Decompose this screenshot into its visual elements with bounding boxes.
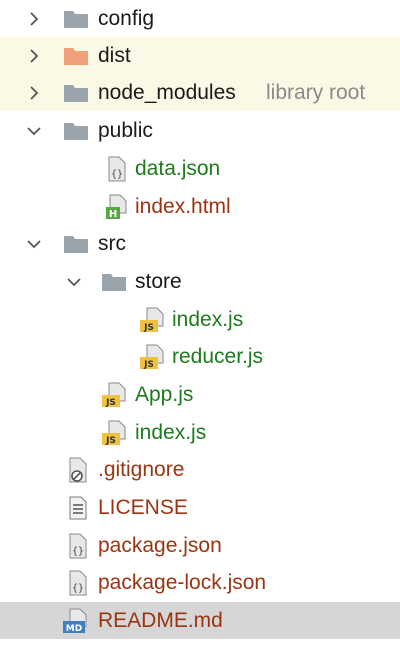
folder-icon <box>62 112 90 149</box>
tree-row-config[interactable]: config <box>0 0 400 37</box>
chevron-right-icon[interactable] <box>24 0 44 37</box>
html-file-icon: H <box>103 188 131 225</box>
chevron-right-icon[interactable] <box>24 37 44 74</box>
tree-label-readme: README.md <box>98 609 223 632</box>
tree-label-store-index-js: index.js <box>172 308 244 331</box>
json-file-icon: {} <box>64 564 92 601</box>
tree-row-license[interactable]: LICENSE <box>0 489 400 526</box>
tree-row-readme[interactable]: MD README.md <box>0 602 400 639</box>
tree-row-app-js[interactable]: JS App.js <box>0 376 400 413</box>
excluded-folder-icon <box>62 37 90 74</box>
markdown-file-icon: MD <box>62 602 90 639</box>
tree-row-dist[interactable]: dist <box>0 37 400 74</box>
js-badge: JS <box>105 398 116 408</box>
js-badge: JS <box>105 436 116 446</box>
tree-label-node-modules: node_modules <box>98 81 236 104</box>
tree-label-index-html: index.html <box>135 195 231 218</box>
tree-label-package-lock-json: package-lock.json <box>98 571 267 594</box>
svg-text:{}: {} <box>111 169 123 180</box>
tree-row-reducer-js[interactable]: JS reducer.js <box>0 338 400 375</box>
tree-label-gitignore: .gitignore <box>98 458 185 481</box>
json-file-icon: {} <box>103 150 131 187</box>
svg-text:{}: {} <box>72 583 84 594</box>
tree-label-store: store <box>135 270 182 293</box>
ignore-file-icon <box>64 451 92 488</box>
svg-text:{}: {} <box>72 546 84 557</box>
tree-label-data-json: data.json <box>135 157 221 180</box>
js-file-icon: JS <box>138 301 166 338</box>
project-tree: config dist node_modules library root pu… <box>0 0 400 647</box>
tree-row-store[interactable]: store <box>0 263 400 300</box>
tree-row-store-index-js[interactable]: JS index.js <box>0 301 400 338</box>
tree-label-src: src <box>98 232 126 255</box>
html-badge: H <box>109 209 117 220</box>
js-file-icon: JS <box>100 376 128 413</box>
chevron-down-icon[interactable] <box>24 225 44 262</box>
tree-label-config: config <box>98 7 155 30</box>
folder-icon <box>62 0 90 37</box>
tree-row-index-html[interactable]: H index.html <box>0 188 400 225</box>
js-badge: JS <box>143 360 154 370</box>
tree-label-public: public <box>98 119 153 142</box>
tree-row-src[interactable]: src <box>0 225 400 262</box>
chevron-right-icon[interactable] <box>24 74 44 111</box>
folder-icon <box>100 263 128 300</box>
tree-row-public[interactable]: public <box>0 112 400 149</box>
library-root-hint: library root <box>266 81 366 104</box>
js-badge: JS <box>143 323 154 333</box>
tree-label-package-json: package.json <box>98 534 222 557</box>
tree-row-node-modules[interactable]: node_modules library root <box>0 74 400 111</box>
js-file-icon: JS <box>100 414 128 451</box>
folder-icon <box>62 225 90 262</box>
tree-label-src-index-js: index.js <box>135 421 207 444</box>
tree-label-dist: dist <box>98 44 131 67</box>
chevron-down-icon[interactable] <box>64 263 84 300</box>
tree-row-package-lock-json[interactable]: {} package-lock.json <box>0 564 400 601</box>
folder-icon <box>62 74 90 111</box>
tree-row-src-index-js[interactable]: JS index.js <box>0 414 400 451</box>
chevron-down-icon[interactable] <box>24 112 44 149</box>
tree-label-app-js: App.js <box>135 383 194 406</box>
json-file-icon: {} <box>64 527 92 564</box>
tree-label-license: LICENSE <box>98 496 188 519</box>
text-file-icon <box>64 489 92 526</box>
tree-row-package-json[interactable]: {} package.json <box>0 527 400 564</box>
js-file-icon: JS <box>138 338 166 375</box>
tree-row-gitignore[interactable]: .gitignore <box>0 451 400 488</box>
md-badge: MD <box>66 624 82 634</box>
tree-label-reducer-js: reducer.js <box>172 345 264 368</box>
tree-row-data-json[interactable]: {} data.json <box>0 150 400 187</box>
